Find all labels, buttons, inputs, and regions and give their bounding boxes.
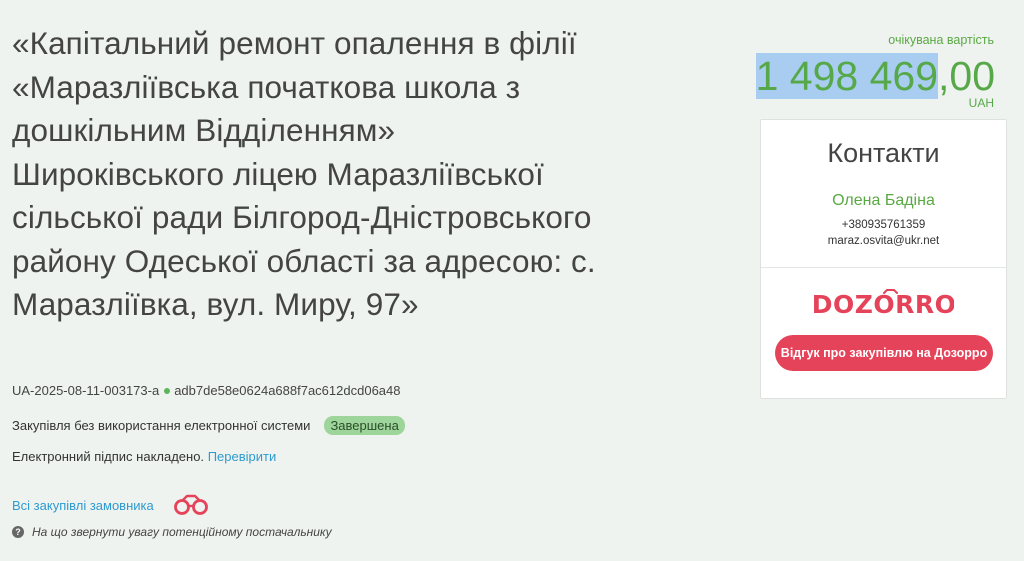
- card-divider: [761, 267, 1006, 268]
- price-decimal: ,00: [938, 53, 995, 99]
- dozorro-logo: DOZORRO: [761, 286, 1006, 322]
- contact-name: Олена Бадіна: [832, 192, 935, 209]
- procurement-status-row: Закупівля без використання електронної с…: [12, 416, 405, 435]
- procurement-type: Закупівля без використання електронної с…: [12, 418, 311, 433]
- tender-page: «Капітальний ремонт опалення в філії «Ма…: [0, 0, 1024, 561]
- signature-row: Електронний підпис накладено. Перевірити: [12, 449, 276, 464]
- contact-phone: +380935761359: [841, 219, 926, 231]
- binoculars-icon[interactable]: [172, 494, 210, 516]
- tender-identifiers: UA-2025-08-11-003173-a adb7de58e0624a688f…: [12, 383, 400, 398]
- price-integer: 1 498 469: [755, 53, 938, 99]
- tender-title: «Капітальний ремонт опалення в філії «Ма…: [12, 25, 596, 322]
- dozorro-logo-text: DOZORRO: [814, 290, 954, 319]
- price-currency: UAH: [968, 96, 994, 110]
- tender-id: UA-2025-08-11-003173-a: [12, 383, 160, 398]
- all-purchases-link[interactable]: Всі закупівлі замовника: [12, 498, 154, 513]
- signature-text: Електронний підпис накладено.: [12, 449, 205, 464]
- tender-hash: adb7de58e0624a688f7ac612dcd06a48: [174, 383, 401, 398]
- all-purchases-row: Всі закупівлі замовника: [12, 494, 210, 516]
- dozorro-review-button[interactable]: Відгук про закупівлю на Дозорро: [775, 335, 993, 371]
- supplier-hint-row[interactable]: ? На що звернути увагу потенційному пост…: [12, 525, 332, 539]
- verify-signature-link[interactable]: Перевірити: [208, 449, 277, 464]
- contacts-card: Контакти Олена Бадіна +380935761359 mara…: [760, 119, 1007, 399]
- green-dot-icon: [164, 388, 171, 395]
- contacts-title: Контакти: [827, 138, 940, 168]
- supplier-hint-text: На що звернути увагу потенційному постач…: [32, 525, 332, 539]
- contact-email: maraz.osvita@ukr.net: [827, 235, 940, 247]
- expected-price-label: очікувана вартість: [888, 33, 994, 47]
- dozorro-logo-graphic: DOZORRO: [814, 289, 954, 319]
- question-circle-icon: ?: [12, 526, 24, 538]
- expected-price: 1 498 469,00: [755, 50, 995, 102]
- status-badge: Завершена: [324, 416, 405, 435]
